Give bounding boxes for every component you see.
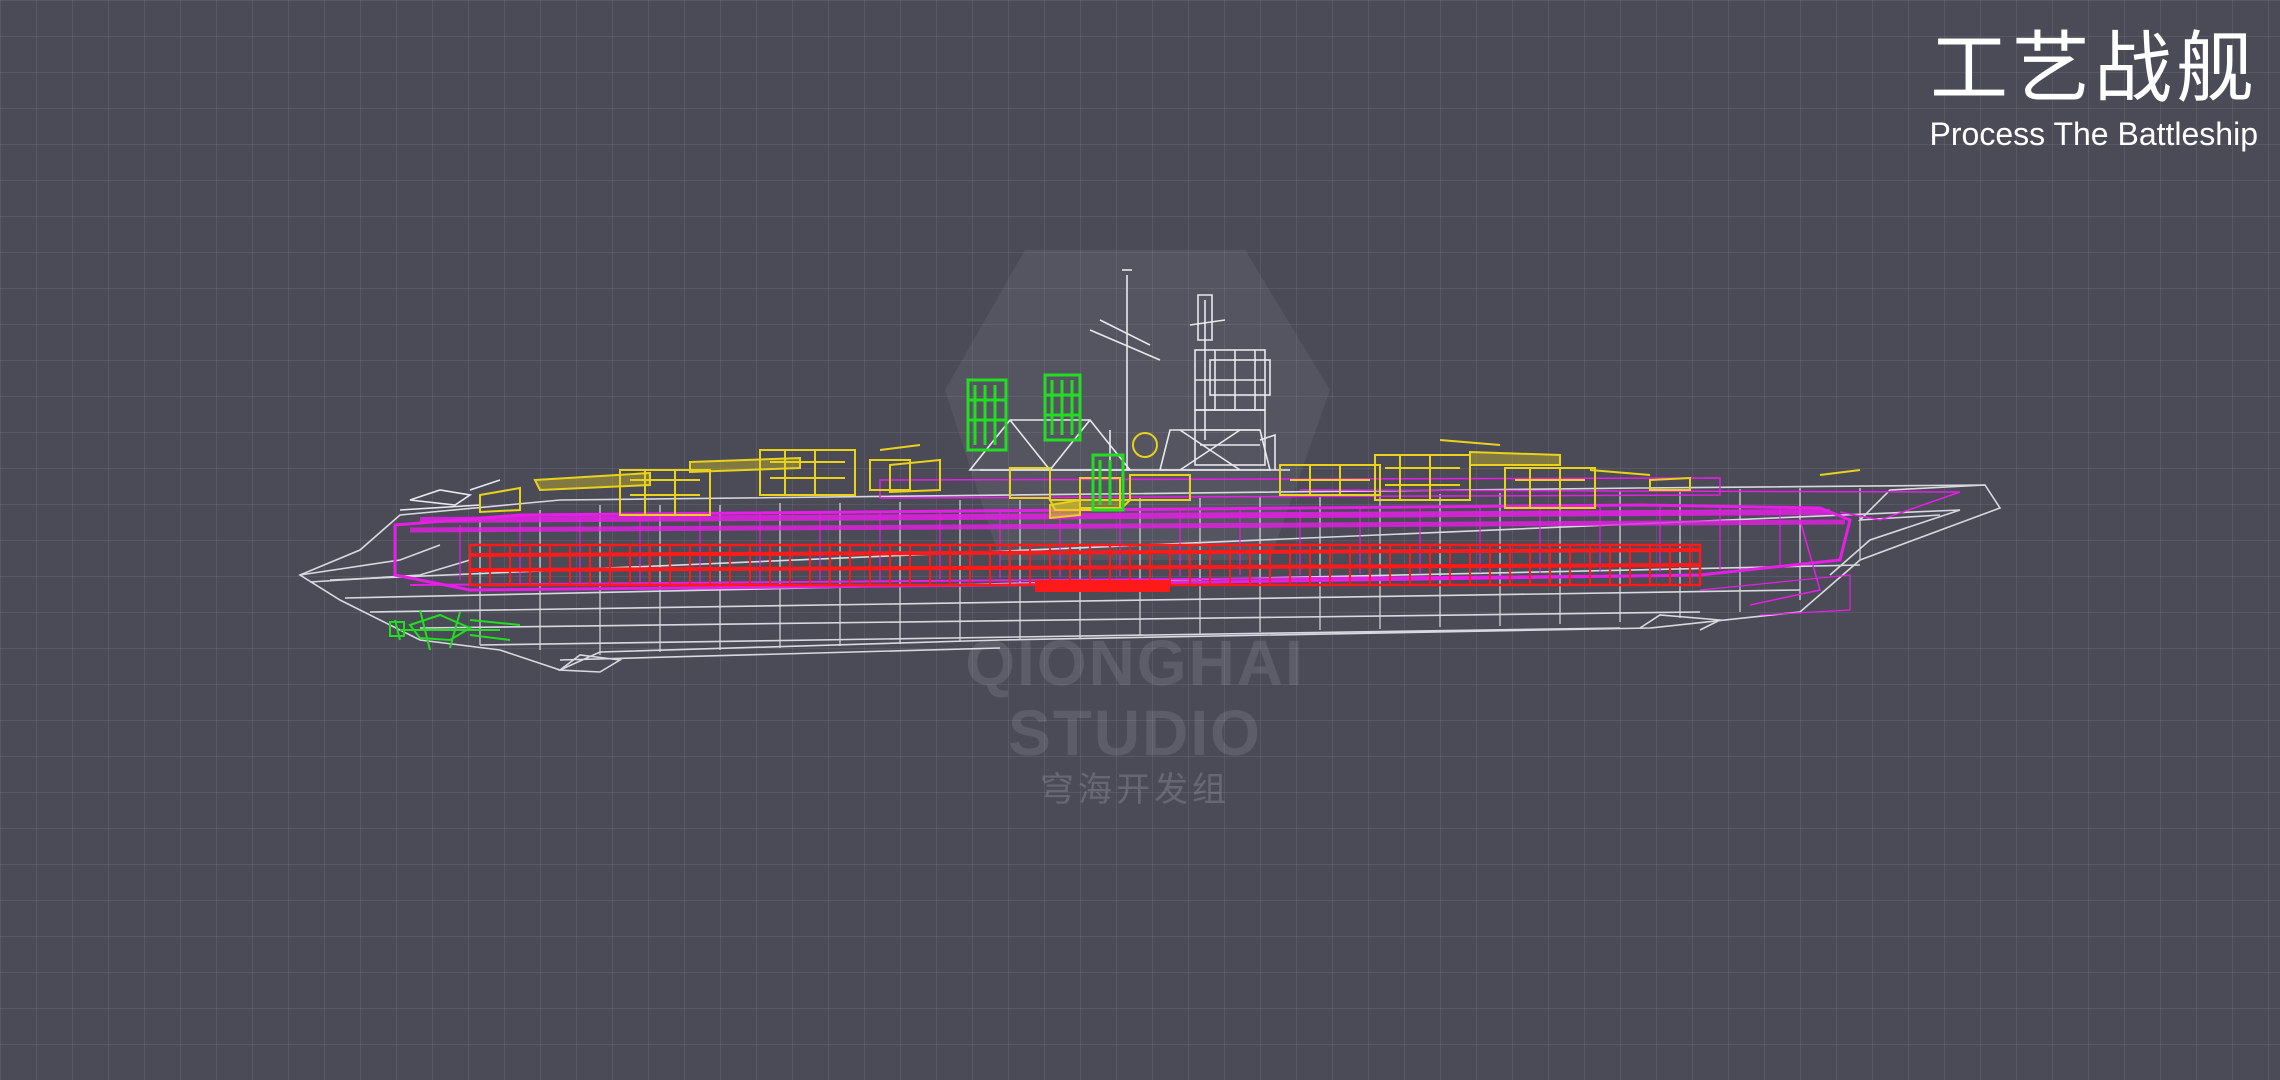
page-title: 工艺战舰 (1929, 24, 2258, 114)
battleship-wireframe (298, 269, 2002, 673)
game-viewport: QIONGHAI STUDIO 穹海开发组 工艺战舰 Process The B… (0, 0, 2280, 1080)
title-block: 工艺战舰 Process The Battleship (1930, 26, 2258, 154)
page-subtitle: Process The Battleship (1929, 116, 2258, 152)
citadel (468, 543, 1702, 592)
